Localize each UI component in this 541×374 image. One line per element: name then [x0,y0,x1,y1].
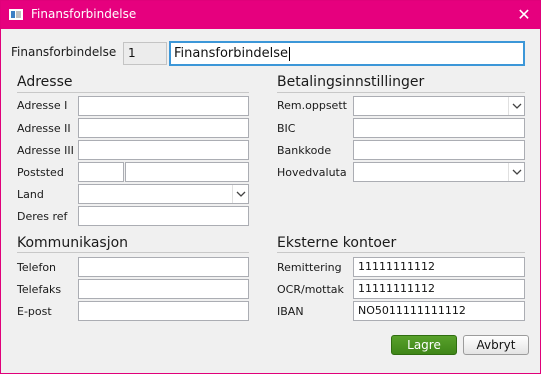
finansforbindelse-label: Finansforbindelse [11,45,117,59]
remittering-label: Remittering [277,261,342,274]
land-select[interactable] [78,184,249,204]
betaling-divider [277,92,525,93]
window-app-icon [9,9,23,20]
bic-label: BIC [277,122,296,135]
dialog-window: Finansforbindelse ✕ Finansforbindelse 1 … [0,0,541,374]
adresse3-field[interactable] [78,140,249,160]
deres-ref-field[interactable] [78,206,249,226]
cancel-button[interactable]: Avbryt [463,335,529,355]
adresse2-label: Adresse II [17,122,71,135]
kontoer-heading: Eksterne kontoer [277,235,397,251]
adresse-divider [17,92,249,93]
iban-field[interactable]: NO5011111111112 [353,301,525,321]
chevron-down-icon[interactable] [508,163,524,181]
poststed-label: Poststed [17,166,64,179]
epost-label: E-post [17,305,52,318]
hovedvaluta-value [354,162,504,182]
betaling-heading: Betalingsinnstillinger [277,74,425,90]
iban-label: IBAN [277,305,304,318]
rem-oppsett-select[interactable] [353,96,525,116]
postnr-field[interactable] [78,162,124,182]
remittering-field[interactable]: 11111111112 [353,257,525,277]
adresse2-field[interactable] [78,118,249,138]
adresse1-field[interactable] [78,96,249,116]
poststed-field[interactable] [125,162,249,182]
telefaks-label: Telefaks [17,283,62,296]
telefaks-field[interactable] [78,279,249,299]
bic-field[interactable] [353,118,525,138]
land-label: Land [17,188,44,201]
hovedvaluta-select[interactable] [353,162,525,182]
close-icon[interactable]: ✕ [508,1,540,29]
adresse-heading: Adresse [17,74,73,90]
bankkode-field[interactable] [353,140,525,160]
telefon-label: Telefon [17,261,57,274]
kontoer-divider [277,252,525,253]
kommunikasjon-divider [17,252,249,253]
kommunikasjon-heading: Kommunikasjon [17,235,129,251]
telefon-field[interactable] [78,257,249,277]
name-field-value: Finansforbindelse [174,46,288,61]
name-field[interactable]: Finansforbindelse [169,41,525,66]
epost-field[interactable] [78,301,249,321]
land-value [79,184,229,204]
adresse3-label: Adresse III [17,144,74,157]
rem-oppsett-value [354,96,504,116]
text-caret [288,46,290,61]
ocr-field[interactable]: 11111111112 [353,279,525,299]
id-field: 1 [123,42,167,65]
hovedvaluta-label: Hovedvaluta [277,166,347,179]
window-title: Finansforbindelse [31,7,137,21]
bankkode-label: Bankkode [277,144,332,157]
rem-oppsett-label: Rem.oppsett [277,99,347,112]
chevron-down-icon[interactable] [508,97,524,115]
deres-ref-label: Deres ref [17,210,68,223]
chevron-down-icon[interactable] [232,185,248,203]
adresse1-label: Adresse I [17,99,68,112]
ocr-label: OCR/mottak [277,283,344,296]
save-button[interactable]: Lagre [391,335,457,355]
title-bar: Finansforbindelse ✕ [1,1,540,29]
